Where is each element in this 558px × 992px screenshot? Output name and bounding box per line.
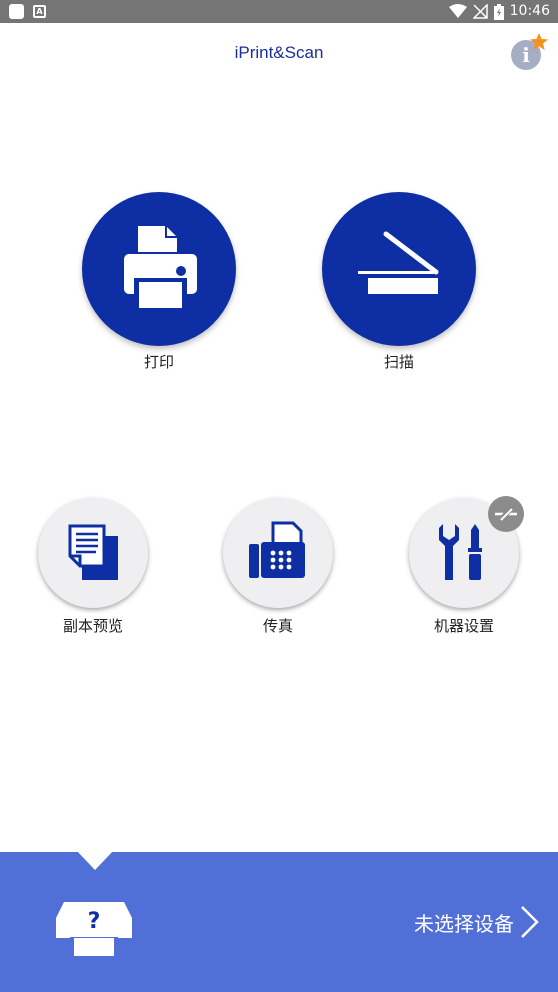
scanner-icon bbox=[358, 231, 439, 294]
font-notification-icon: A bbox=[33, 5, 46, 18]
panel-notch bbox=[76, 850, 114, 870]
status-indicators: 10:46 bbox=[448, 2, 550, 21]
wifi-icon bbox=[448, 4, 467, 18]
app-notification-icon bbox=[9, 4, 24, 19]
print-button[interactable] bbox=[82, 192, 236, 346]
battery-icon bbox=[493, 3, 504, 20]
status-bar: A 10:46 bbox=[0, 0, 558, 23]
copy-preview-icon bbox=[68, 524, 118, 580]
scan-button[interactable] bbox=[322, 192, 476, 346]
machine-settings-label: 机器设置 bbox=[433, 617, 494, 635]
fax-icon bbox=[249, 521, 305, 578]
printer-icon bbox=[124, 226, 197, 312]
fax-label: 传真 bbox=[262, 617, 293, 635]
copy-preview-button[interactable] bbox=[38, 498, 148, 608]
scan-label: 扫描 bbox=[383, 353, 414, 371]
chevron-right-icon[interactable] bbox=[518, 904, 542, 940]
unknown-printer-icon: ? bbox=[56, 902, 132, 956]
print-label: 打印 bbox=[143, 353, 174, 371]
unknown-device-glyph: ? bbox=[88, 909, 101, 934]
offline-badge bbox=[488, 496, 524, 532]
status-notifications: A bbox=[9, 4, 46, 19]
offline-icon bbox=[495, 506, 517, 522]
copy-preview-label: 副本预览 bbox=[62, 617, 123, 635]
status-time: 10:46 bbox=[509, 3, 550, 19]
app-title: iPrint&Scan bbox=[234, 43, 324, 62]
fax-button[interactable] bbox=[223, 498, 333, 608]
no-signal-icon bbox=[472, 4, 488, 19]
no-device-label[interactable]: 未选择设备 bbox=[414, 908, 514, 937]
star-icon bbox=[530, 33, 548, 50]
